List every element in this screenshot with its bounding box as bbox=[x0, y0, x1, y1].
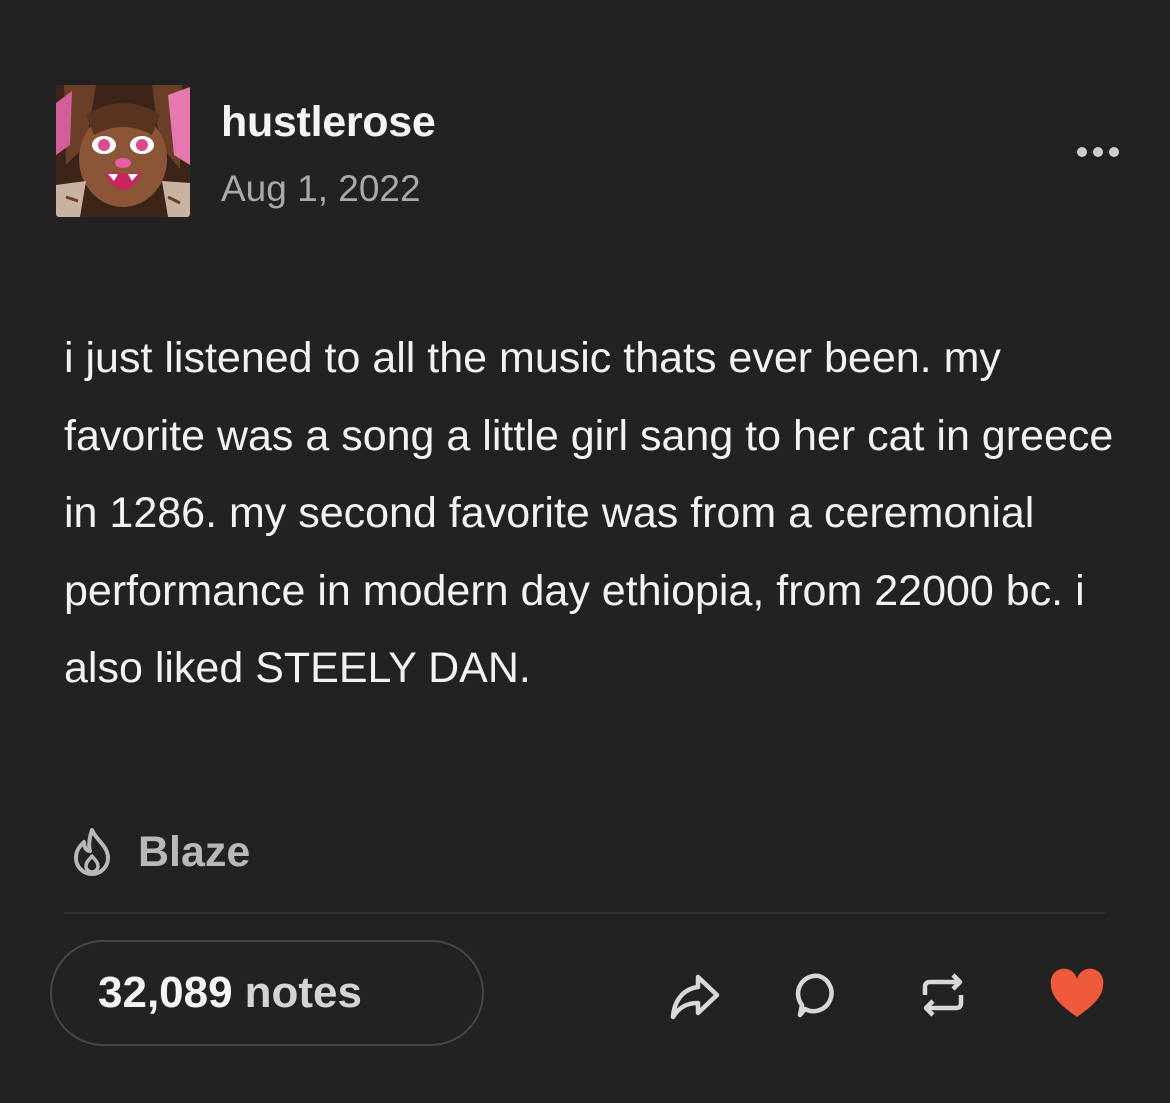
reply-bubble-icon[interactable] bbox=[788, 964, 850, 1026]
notes-button[interactable]: 32,089 notes bbox=[50, 940, 484, 1046]
notes-label: notes bbox=[244, 968, 362, 1017]
post-card: hustlerose Aug 1, 2022 i just listened t… bbox=[0, 0, 1170, 1103]
post-date: Aug 1, 2022 bbox=[221, 168, 421, 209]
blaze-label: Blaze bbox=[138, 827, 251, 876]
reblog-icon[interactable] bbox=[912, 964, 974, 1026]
username[interactable]: hustlerose bbox=[221, 98, 436, 147]
more-options-icon[interactable] bbox=[1068, 136, 1128, 166]
post-body: i just listened to all the music thats e… bbox=[64, 334, 1114, 692]
flame-icon bbox=[64, 824, 120, 880]
notes-count: 32,089 bbox=[98, 968, 233, 1017]
divider bbox=[64, 912, 1106, 914]
avatar-image bbox=[56, 85, 190, 217]
blaze-button[interactable]: Blaze bbox=[64, 820, 250, 884]
heart-icon[interactable] bbox=[1046, 964, 1108, 1026]
share-icon[interactable] bbox=[664, 964, 726, 1026]
avatar[interactable] bbox=[56, 85, 190, 217]
